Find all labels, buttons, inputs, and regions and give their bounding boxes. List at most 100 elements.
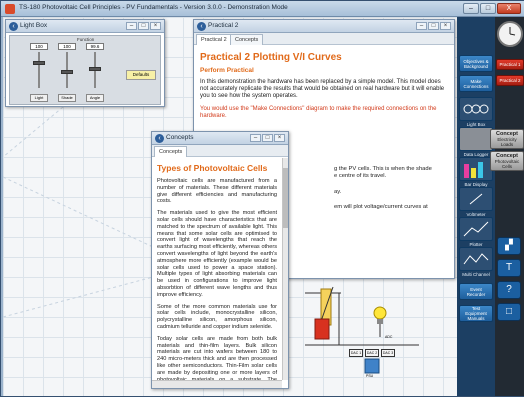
app-titlebar: TS-180 Photovoltaic Cell Principles - PV… <box>1 1 524 17</box>
adc-label: ADC <box>385 335 393 339</box>
horizontal-scrollbar[interactable] <box>152 380 282 388</box>
practical-titlebar[interactable]: ‹ Practical 2 – □ × <box>194 20 454 33</box>
close-button[interactable]: × <box>440 22 451 30</box>
back-icon[interactable]: ‹ <box>197 22 206 31</box>
objectives-button[interactable]: Objectives & Background <box>459 55 493 72</box>
multi-channel-icon[interactable] <box>459 247 493 271</box>
tab-concepts[interactable]: Concepts <box>154 146 188 157</box>
voltmeter-tool[interactable]: Voltmeter <box>459 187 493 217</box>
practical-tabs: Practical 2 Concepts <box>194 33 454 45</box>
voltmeter-icon[interactable] <box>459 187 493 211</box>
section-heading: Perform Practical <box>200 67 254 74</box>
close-button[interactable]: X <box>497 3 521 14</box>
concept-electricity-loads-button[interactable]: Concept Electricity Loads <box>490 129 524 149</box>
concept-paragraph: Photovoltaic cells are manufactured from… <box>157 178 277 205</box>
minimize-button[interactable]: – <box>126 22 137 30</box>
minimize-button[interactable]: – <box>416 22 427 30</box>
tab-concepts[interactable]: Concepts <box>230 34 264 45</box>
practical-2-button[interactable]: Practical 2 <box>496 75 524 86</box>
text-size-icon[interactable]: T <box>497 259 521 277</box>
manuals-tool[interactable]: Test Equipment Manuals <box>459 305 493 322</box>
data-logger-icon[interactable] <box>459 127 493 151</box>
partial-text: em will plot voltage/current curves at <box>334 204 428 210</box>
concepts-content: Types of Photovoltaic Cells Photovoltaic… <box>152 158 282 380</box>
concept-paragraph: Some of the more common materials use fo… <box>157 303 277 330</box>
slider-thumb[interactable] <box>89 67 101 71</box>
concepts-tabs: Concepts <box>152 145 288 157</box>
vertical-scrollbar[interactable] <box>282 158 288 380</box>
concept-paragraph: Today solar cells are made from both bul… <box>157 335 277 380</box>
concepts-title: Concepts <box>166 134 194 141</box>
tab-practical[interactable]: Practical 2 <box>196 34 232 45</box>
app-window: TS-180 Photovoltaic Cell Principles - PV… <box>0 0 524 397</box>
light-box-tool[interactable]: Light Box <box>459 97 493 127</box>
slider-thumb[interactable] <box>61 70 73 74</box>
page-title: Practical 2 Plotting V/I Curves <box>200 52 342 63</box>
manuals-button[interactable]: Test Equipment Manuals <box>459 305 493 322</box>
shade-button[interactable]: Shade <box>58 94 76 102</box>
concepts-titlebar[interactable]: ‹ Concepts – □ × <box>152 132 288 145</box>
psu-shape <box>364 358 380 374</box>
multi-channel-tool[interactable]: Multi Channel <box>459 247 493 277</box>
close-button[interactable]: × <box>150 22 161 30</box>
light-box-panel: Function 100 100 99.6 Light Shade Angle … <box>9 35 161 105</box>
practical-1-button[interactable]: Practical 1 <box>496 59 524 70</box>
minimize-button[interactable]: – <box>463 3 479 14</box>
maximize-button[interactable]: □ <box>138 22 149 30</box>
help-icon[interactable]: ? <box>497 281 521 299</box>
app-title: TS-180 Photovoltaic Cell Principles - PV… <box>19 4 288 11</box>
dac3-label: DAC 3 <box>381 349 395 357</box>
dac2-label: DAC 2 <box>365 349 379 357</box>
circuit-diagram: DAC 1 DAC 2 DAC 3 ADC PSU <box>301 283 421 383</box>
light-box-window[interactable]: ‹ Light Box – □ × Function 100 100 99.6 <box>5 19 165 107</box>
maximize-button[interactable]: □ <box>428 22 439 30</box>
slider-light[interactable]: 100 <box>30 43 48 89</box>
window-icon[interactable]: □ <box>497 303 521 321</box>
make-connections-tool[interactable]: Make Connections <box>459 75 493 92</box>
angle-button[interactable]: Angle <box>86 94 104 102</box>
light-box-icon[interactable] <box>459 97 493 121</box>
data-logger-tool[interactable]: Data Logger <box>459 127 493 157</box>
bar-display-icon[interactable] <box>459 157 493 181</box>
concepts-window[interactable]: ‹ Concepts – □ × Concepts Types of Photo… <box>151 131 289 389</box>
maximize-button[interactable]: □ <box>480 3 496 14</box>
notes-icon[interactable]: ▞ <box>497 237 521 255</box>
objectives-tool[interactable]: Objectives & Background <box>459 55 493 72</box>
event-recorder-tool[interactable]: Event Recorder <box>459 283 493 300</box>
light-box-titlebar[interactable]: ‹ Light Box – □ × <box>6 20 164 33</box>
event-recorder-button[interactable]: Event Recorder <box>459 283 493 300</box>
lamp-icon <box>373 306 387 320</box>
tool-rail: Objectives & Background Make Connections… <box>457 17 495 396</box>
light-box-title: Light Box <box>20 22 48 29</box>
slider-angle[interactable]: 99.6 <box>86 43 104 89</box>
slider-track[interactable] <box>38 52 40 88</box>
minimize-button[interactable]: – <box>250 134 261 142</box>
dac1-label: DAC 1 <box>349 349 363 357</box>
back-icon[interactable]: ‹ <box>155 134 164 143</box>
partial-text: ay. <box>334 189 342 195</box>
close-button[interactable]: × <box>274 134 285 142</box>
warning-text: You would use the "Make Connections" dia… <box>200 105 437 119</box>
make-connections-button[interactable]: Make Connections <box>459 75 493 92</box>
slider-thumb[interactable] <box>33 61 45 65</box>
light-button[interactable]: Light <box>30 94 48 102</box>
concept-photovoltaic-cells-button[interactable]: Concept Photovoltaic Cells <box>490 151 524 171</box>
slider-shade[interactable]: 100 <box>58 43 76 89</box>
scroll-thumb[interactable] <box>283 168 288 228</box>
slider-value: 100 <box>58 43 76 50</box>
partial-text: e centre of its travel. <box>334 173 387 179</box>
resistor-shape <box>314 318 330 340</box>
plotter-tool[interactable]: Plotter <box>459 217 493 247</box>
circuit-svg <box>305 286 419 374</box>
paragraph: In this demonstration the hardware has b… <box>200 79 445 100</box>
practical-title: Practical 2 <box>208 22 239 29</box>
back-icon[interactable]: ‹ <box>9 22 18 31</box>
defaults-button[interactable]: Defaults <box>126 70 156 80</box>
bar-display-tool[interactable]: Bar Display <box>459 157 493 187</box>
concept-heading: Types of Photovoltaic Cells <box>157 163 268 173</box>
concept-sub: Photovoltaic Cells <box>494 159 520 169</box>
slider-value: 100 <box>30 43 48 50</box>
maximize-button[interactable]: □ <box>262 134 273 142</box>
plotter-icon[interactable] <box>459 217 493 241</box>
function-label: Function <box>77 37 95 42</box>
